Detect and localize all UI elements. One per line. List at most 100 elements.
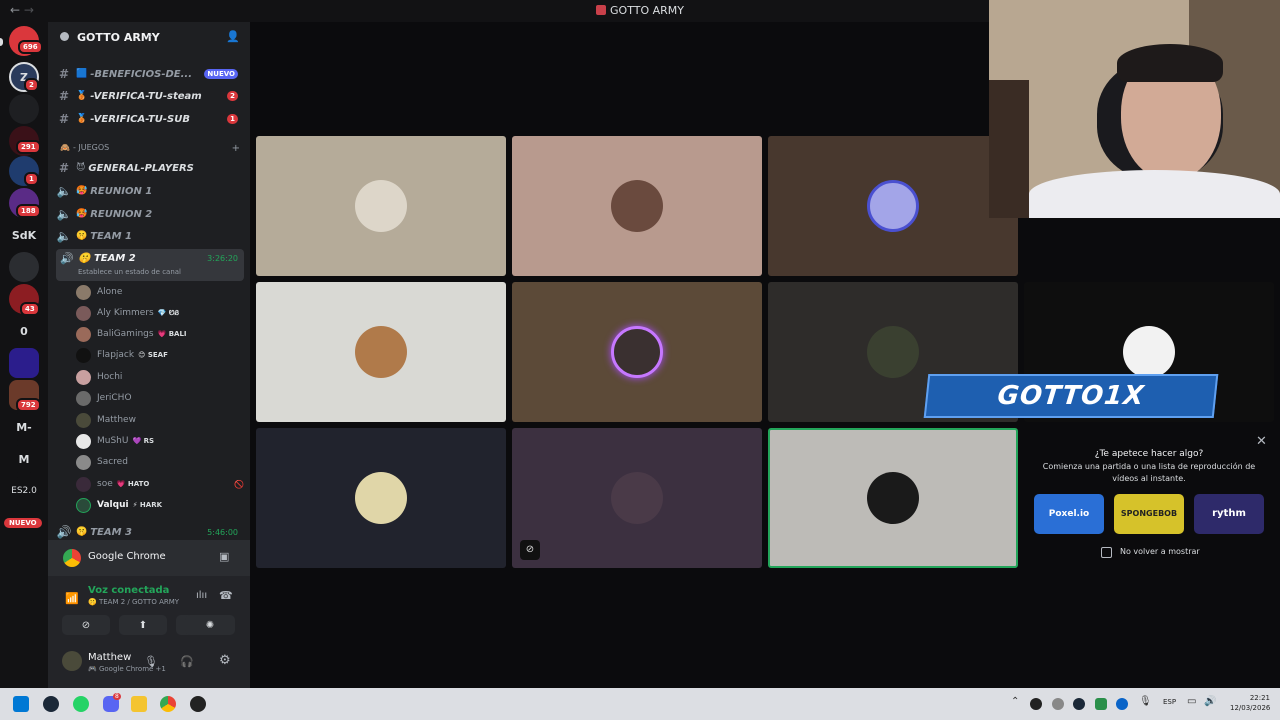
tray-chevron-icon[interactable]: ⌃ xyxy=(1011,696,1019,707)
user-name[interactable]: Matthew xyxy=(88,652,131,663)
bluetooth-icon[interactable] xyxy=(1116,698,1128,710)
video-tile-10-speaking[interactable] xyxy=(768,428,1018,568)
obs-icon[interactable] xyxy=(190,696,206,712)
voice-channel: 🤫 TEAM 2 / GOTTO ARMY xyxy=(88,598,180,606)
avatar xyxy=(76,476,91,492)
channel-team-2[interactable]: 🔊 🤫 TEAM 2 3:26:20 Establece un estado d… xyxy=(56,249,244,281)
voice-status[interactable]: Voz conectada xyxy=(88,585,169,596)
server-icon-12[interactable]: M- xyxy=(9,412,39,442)
category-juegos[interactable]: 🙈 - JUEGOS + xyxy=(60,143,240,154)
member-baligamings[interactable]: BaliGamings 💗 BALI xyxy=(76,324,187,344)
member-flapjack[interactable]: Flapjack 😊 SEAF xyxy=(76,345,168,365)
steam-icon[interactable] xyxy=(43,696,59,712)
avatar xyxy=(76,305,91,321)
video-tile-1[interactable] xyxy=(256,136,506,276)
channel-reunion-2[interactable]: 🔈 🥵 REUNION 2 xyxy=(56,204,244,224)
member-jericho[interactable]: JeriCHO xyxy=(76,388,136,408)
settings-gear-icon[interactable]: ⚙ xyxy=(219,653,231,668)
member-mushu[interactable]: MuShU 💜 RS xyxy=(76,431,154,451)
channel-general-players[interactable]: # 😈 GENERAL-PLAYERS xyxy=(56,158,244,178)
file-explorer-icon[interactable] xyxy=(131,696,147,712)
prompt-body: Comienza una partida o una lista de repr… xyxy=(1042,462,1256,483)
soundboard-icon: ✺ xyxy=(205,619,215,631)
member-alone[interactable]: Alone xyxy=(76,282,126,302)
noise-icon[interactable]: ılıı xyxy=(196,590,207,601)
signal-icon: 📶 xyxy=(65,592,79,605)
tray-app-icon[interactable] xyxy=(1030,698,1042,710)
avatar xyxy=(76,454,91,470)
unread-count: 1 xyxy=(227,114,238,124)
close-icon[interactable]: ✕ xyxy=(1256,434,1267,449)
channel-reunion-1[interactable]: 🔈 🥵 REUNION 1 xyxy=(56,181,244,201)
member-sacred[interactable]: Sacred xyxy=(76,452,132,472)
language-indicator[interactable]: ESP xyxy=(1163,698,1176,706)
microphone-icon[interactable]: 🎙 xyxy=(144,655,158,668)
activity-rythm[interactable]: rythm xyxy=(1194,494,1264,534)
server-icon-6[interactable]: SdK xyxy=(9,220,39,250)
activity-spongebob[interactable]: SPONGEBOB xyxy=(1114,494,1184,534)
volume-icon[interactable]: 🔊 xyxy=(1204,696,1216,707)
activity-poxel[interactable]: Poxel.io xyxy=(1034,494,1104,534)
channel-verifica-sub[interactable]: # 🥉 -VERIFICA-TU-SUB 1 xyxy=(56,109,244,129)
avatar xyxy=(76,412,91,428)
channel-status[interactable]: Establece un estado de canal xyxy=(78,268,181,276)
avatar[interactable] xyxy=(62,651,82,671)
video-tile-5[interactable] xyxy=(512,282,762,422)
camera-button[interactable]: ⊘ xyxy=(62,615,110,635)
server-icon-13[interactable]: M xyxy=(9,444,39,474)
member-soe[interactable]: soe 💗 HATO 🚫 xyxy=(76,474,244,494)
server-header[interactable]: GOTTO ARMY ⌄ 👤 xyxy=(48,22,250,54)
server-badge-3: 291 xyxy=(16,140,41,154)
hash-icon: # xyxy=(58,89,70,103)
network-icon[interactable]: ▭ xyxy=(1187,696,1196,707)
member-hochi[interactable]: Hochi xyxy=(76,367,126,387)
tray-steam-icon[interactable] xyxy=(1073,698,1085,710)
server-rail: 696 Z 2 291 1 188 SdK 43 0 792 M- M ES2.… xyxy=(0,22,48,688)
screen-share-icon[interactable]: ▣ xyxy=(219,550,229,563)
chevron-down-icon: ⌄ xyxy=(146,30,154,40)
active-channel-name: TEAM 2 xyxy=(93,253,136,264)
server-boost-icon xyxy=(60,32,69,41)
microphone-icon[interactable]: 🎙 xyxy=(1139,696,1152,707)
channel-team-3[interactable]: 🔊 🤫 TEAM 3 5:46:00 xyxy=(56,522,244,542)
new-badge[interactable]: NUEVO xyxy=(4,518,42,528)
channel-team-1[interactable]: 🔈 🤫 TEAM 1 xyxy=(56,226,244,246)
whatsapp-icon[interactable] xyxy=(73,696,89,712)
tray-nvidia-icon[interactable] xyxy=(1095,698,1107,710)
server-icon-7[interactable] xyxy=(9,252,39,282)
video-tile-4[interactable] xyxy=(256,282,506,422)
share-screen-icon: ⬆ xyxy=(138,619,148,631)
member-valqui[interactable]: Valqui ⚡ HARK xyxy=(76,495,162,515)
soundboard-button[interactable]: ✺ xyxy=(185,615,235,635)
chrome-icon[interactable] xyxy=(160,696,176,712)
avatar xyxy=(355,180,407,232)
video-tile-3[interactable] xyxy=(768,136,1018,276)
member-aly-kimmers[interactable]: Aly Kimmers 💎 ᏬᏰ xyxy=(76,303,179,323)
video-tile-2[interactable] xyxy=(512,136,762,276)
channel-beneficios[interactable]: # 🟦 -BENEFICIOS-DE... NUEVO xyxy=(56,64,244,84)
channel-verifica-steam[interactable]: # 🥉 -VERIFICA-TU-steam 2 xyxy=(56,86,244,106)
member-matthew[interactable]: Matthew xyxy=(76,410,140,430)
headphones-icon[interactable]: 🎧 xyxy=(180,655,194,668)
video-tile-9[interactable]: ⊘ xyxy=(512,428,762,568)
tray-shield-icon[interactable] xyxy=(1052,698,1064,710)
hash-icon: # xyxy=(58,112,70,126)
disconnect-icon[interactable]: ☎ xyxy=(219,589,233,602)
stream-banner: GOTTO1X xyxy=(923,374,1219,418)
server-icon-14[interactable]: ES2.0 xyxy=(9,476,39,506)
server-icon-2[interactable] xyxy=(9,94,39,124)
speaker-icon: 🔈 xyxy=(56,229,72,243)
clock[interactable]: 22:21 12/03/2026 xyxy=(1230,693,1270,713)
add-member-icon[interactable]: 👤 xyxy=(226,30,240,43)
prompt-title: ¿Te apetece hacer algo? xyxy=(1094,449,1204,459)
add-channel-icon: + xyxy=(231,143,240,154)
server-icon-9[interactable]: 0 xyxy=(9,316,39,346)
dont-show-checkbox[interactable] xyxy=(1101,547,1112,558)
avatar xyxy=(76,369,91,385)
video-tile-8[interactable] xyxy=(256,428,506,568)
server-icon-10[interactable] xyxy=(9,348,39,378)
channel-timer: 5:46:00 xyxy=(207,527,238,537)
windows-start-icon[interactable] xyxy=(13,696,29,712)
banner-text: GOTTO1X xyxy=(996,381,1146,411)
share-screen-button[interactable]: ⬆ xyxy=(119,615,167,635)
